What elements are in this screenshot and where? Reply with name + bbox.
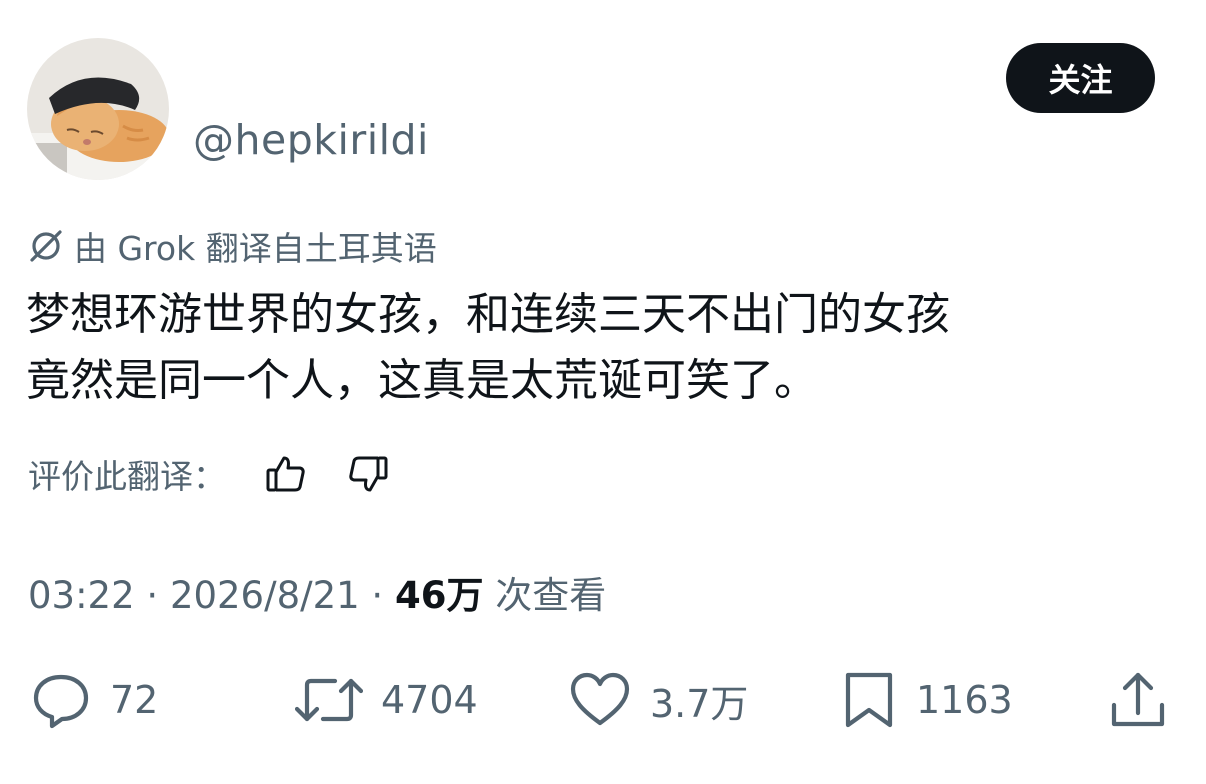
meta-separator: · [134,574,170,617]
reply-icon [30,669,92,731]
view-count-label[interactable]: 次查看 [483,574,606,617]
tweet-text-line: 梦想环游世界的女孩，和连续三天不出门的女孩 [26,289,950,340]
tweet-text: 梦想环游世界的女孩，和连续三天不出门的女孩 竟然是同一个人，这真是太荒诞可笑了。 [26,282,1186,414]
translation-notice-text: 由 Grok 翻译自土耳其语 [74,229,437,268]
tweet-time: 03:22 [28,574,135,617]
bookmark-icon [840,669,898,731]
translation-notice: 由 Grok 翻译自土耳其语 [28,222,437,270]
like-button[interactable]: 3.7万 [568,662,748,738]
share-icon [1108,669,1168,731]
avatar[interactable] [27,38,169,180]
follow-button[interactable]: 关注 [1006,43,1155,113]
retweet-count: 4704 [381,678,478,722]
thumbs-up-icon[interactable] [264,452,308,496]
tweet-meta: 03:22 · 2026/8/21 · 46万 次查看 [28,565,606,619]
reply-count: 72 [110,678,159,722]
share-button[interactable] [1108,662,1168,738]
view-count[interactable]: 46万 [395,574,484,617]
retweet-icon [295,669,363,731]
action-bar: 72 4704 3.7万 1163 [0,662,1206,738]
heart-icon [568,669,632,731]
bookmark-button[interactable]: 1163 [840,662,1013,738]
rate-translation-label: 评价此翻译： [28,457,226,496]
grok-icon [28,228,64,264]
meta-separator: · [359,574,395,617]
reply-button[interactable]: 72 [30,662,158,738]
thumbs-down-icon[interactable] [346,452,390,496]
retweet-button[interactable]: 4704 [295,662,478,738]
avatar-image [27,38,169,180]
bookmark-count: 1163 [916,678,1013,722]
rate-translation: 评价此翻译： [28,450,390,498]
tweet-text-line: 竟然是同一个人，这真是太荒诞可笑了。 [26,355,818,406]
user-handle[interactable]: @hepkirildi [193,116,429,164]
tweet-date: 2026/8/21 [169,574,360,617]
like-count: 3.7万 [650,681,749,726]
